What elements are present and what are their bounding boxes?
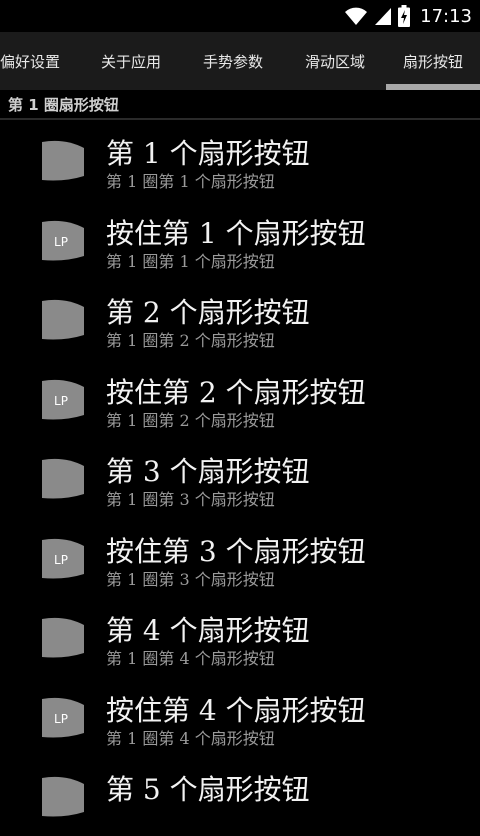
list-item-subtitle: 第 1 圈第 4 个扇形按钮 xyxy=(106,728,275,748)
list-item[interactable]: 第 2 个扇形按钮 第 1 圈第 2 个扇形按钮 xyxy=(0,279,480,359)
battery-charging-icon xyxy=(398,5,411,27)
list-item-subtitle: 第 1 圈第 1 个扇形按钮 xyxy=(106,251,275,271)
list-item-title: 第 5 个扇形按钮 xyxy=(106,773,310,806)
list-item-subtitle: 第 1 圈第 1 个扇形按钮 xyxy=(106,172,275,191)
tab-preferences[interactable]: 偏好设置 xyxy=(0,32,62,90)
wifi-icon xyxy=(344,6,368,26)
list-item-subtitle: 第 1 圈第 2 个扇形按钮 xyxy=(106,410,275,430)
svg-text:LP: LP xyxy=(54,235,68,249)
list-item[interactable]: 第 3 个扇形按钮 第 1 圈第 3 个扇形按钮 xyxy=(0,438,480,518)
list-item-title: 第 4 个扇形按钮 xyxy=(106,614,310,647)
section-header: 第 1 圈扇形按钮 xyxy=(0,90,480,120)
list-item-title: 按住第 4 个扇形按钮 xyxy=(106,693,366,727)
sector-button-icon xyxy=(40,140,86,182)
list-item-title: 按住第 2 个扇形按钮 xyxy=(106,375,366,409)
svg-text:LP: LP xyxy=(54,394,68,408)
sector-button-icon xyxy=(40,776,86,818)
list-item-title: 按住第 1 个扇形按钮 xyxy=(106,216,366,250)
tab-bar: 偏好设置 关于应用 手势参数 滑动区域 扇形按钮 xyxy=(0,32,480,90)
status-time: 17:13 xyxy=(420,5,472,27)
list-item-subtitle: 第 1 圈第 3 个扇形按钮 xyxy=(106,490,275,509)
list-item-title: 按住第 3 个扇形按钮 xyxy=(106,534,366,568)
tab-swipe-area[interactable]: 滑动区域 xyxy=(284,32,386,90)
sector-button-longpress-icon: LP xyxy=(40,220,86,262)
list-item-title: 第 3 个扇形按钮 xyxy=(106,455,310,488)
list-item[interactable]: 第 4 个扇形按钮 第 1 圈第 4 个扇形按钮 xyxy=(0,597,480,677)
list-item-subtitle: 第 1 圈第 2 个扇形按钮 xyxy=(106,331,275,350)
svg-text:LP: LP xyxy=(54,553,68,567)
sector-button-longpress-icon: LP xyxy=(40,697,86,739)
signal-icon xyxy=(374,6,392,26)
tab-gesture-params[interactable]: 手势参数 xyxy=(182,32,284,90)
list-item[interactable]: LP 按住第 2 个扇形按钮 第 1 圈第 2 个扇形按钮 xyxy=(0,359,480,439)
list-item[interactable]: 第 5 个扇形按钮 xyxy=(0,756,480,836)
sector-button-list: 第 1 个扇形按钮 第 1 圈第 1 个扇形按钮 LP 按住第 1 个扇形按钮 … xyxy=(0,120,480,836)
sector-button-longpress-icon: LP xyxy=(40,538,86,580)
list-item-subtitle: 第 1 圈第 3 个扇形按钮 xyxy=(106,569,275,589)
list-item-title: 第 2 个扇形按钮 xyxy=(106,296,310,329)
sector-button-icon xyxy=(40,299,86,341)
list-item[interactable]: LP 按住第 1 个扇形按钮 第 1 圈第 1 个扇形按钮 xyxy=(0,200,480,280)
sector-button-icon xyxy=(40,458,86,500)
status-bar: 17:13 xyxy=(0,0,480,32)
svg-text:LP: LP xyxy=(54,712,68,726)
section-title: 第 1 圈扇形按钮 xyxy=(8,96,119,114)
tab-sector-buttons[interactable]: 扇形按钮 xyxy=(386,32,480,90)
list-item-title: 第 1 个扇形按钮 xyxy=(106,137,310,170)
sector-button-longpress-icon: LP xyxy=(40,379,86,421)
list-item-subtitle: 第 1 圈第 4 个扇形按钮 xyxy=(106,649,275,668)
tab-about[interactable]: 关于应用 xyxy=(80,32,182,90)
list-item[interactable]: LP 按住第 3 个扇形按钮 第 1 圈第 3 个扇形按钮 xyxy=(0,518,480,598)
list-item[interactable]: 第 1 个扇形按钮 第 1 圈第 1 个扇形按钮 xyxy=(0,120,480,200)
status-icons: 17:13 xyxy=(344,0,472,32)
list-item[interactable]: LP 按住第 4 个扇形按钮 第 1 圈第 4 个扇形按钮 xyxy=(0,677,480,757)
sector-button-icon xyxy=(40,617,86,659)
